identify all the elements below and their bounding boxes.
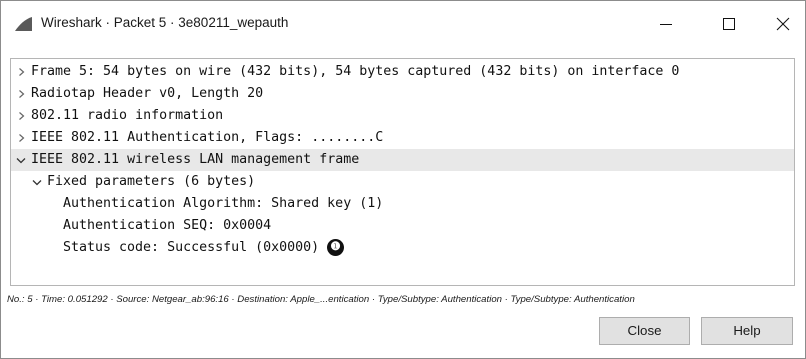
tree-row-label: Fixed parameters (6 bytes) [47,174,256,189]
tree-row-frame[interactable]: Frame 5: 54 bytes on wire (432 bits), 54… [11,61,794,83]
tree-row-radiotap[interactable]: Radiotap Header v0, Length 20 [11,83,794,105]
tree-row-label: Status code: Successful (0x0000) [63,240,320,255]
tree-row-label: 802.11 radio information [31,108,224,123]
maximize-button[interactable] [706,5,752,43]
wireshark-fin-icon [15,17,32,31]
tree-row-label: IEEE 802.11 wireless LAN management fram… [31,152,360,167]
tree-row-label: Authentication Algorithm: Shared key (1) [63,196,384,211]
tree-row-label: Authentication SEQ: 0x0004 [63,218,272,233]
close-icon [776,17,790,31]
tree-row-fixed-parameters[interactable]: Fixed parameters (6 bytes) [11,171,794,193]
tree-row-label: Radiotap Header v0, Length 20 [31,86,264,101]
tree-row-radio-info[interactable]: 802.11 radio information [11,105,794,127]
packet-dialog: Wireshark · Packet 5 · 3e80211_wepauth F… [0,0,806,359]
close-button[interactable]: Close [599,317,690,345]
tree-row-authentication[interactable]: IEEE 802.11 Authentication, Flags: .....… [11,127,794,149]
chevron-down-icon[interactable] [15,149,27,171]
tree-row-label: IEEE 802.11 Authentication, Flags: .....… [31,130,384,145]
close-window-button[interactable] [760,5,806,43]
chevron-right-icon[interactable] [15,127,27,149]
title-bar[interactable]: Wireshark · Packet 5 · 3e80211_wepauth [1,1,805,47]
packet-summary-status: No.: 5 · Time: 0.051292 · Source: Netgea… [7,294,635,305]
tree-row-label: Frame 5: 54 bytes on wire (432 bits), 54… [31,64,680,79]
chevron-down-icon[interactable] [31,171,43,193]
chevron-right-icon[interactable] [15,83,27,105]
packet-detail-tree[interactable]: Frame 5: 54 bytes on wire (432 bits), 54… [10,58,795,286]
chevron-right-icon[interactable] [15,61,27,83]
chevron-right-icon[interactable] [15,105,27,127]
window-title: Wireshark · Packet 5 · 3e80211_wepauth [41,15,289,30]
maximize-icon [723,18,735,30]
tree-row-management-frame[interactable]: IEEE 802.11 wireless LAN management fram… [11,149,794,171]
tree-row-status-code[interactable]: Status code: Successful (0x0000) ❶ [11,237,794,259]
minimize-button[interactable] [643,5,689,43]
tree-row-auth-algorithm[interactable]: Authentication Algorithm: Shared key (1) [11,193,794,215]
tree-row-auth-seq[interactable]: Authentication SEQ: 0x0004 [11,215,794,237]
help-button[interactable]: Help [701,317,793,345]
callout-badge: ❶ [327,239,344,256]
minimize-icon [660,24,672,25]
